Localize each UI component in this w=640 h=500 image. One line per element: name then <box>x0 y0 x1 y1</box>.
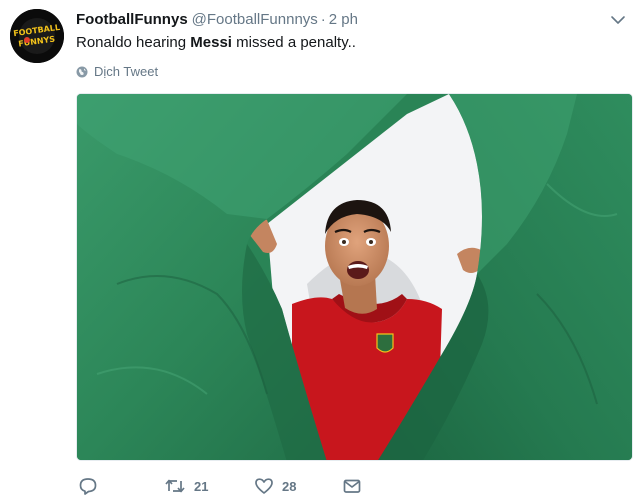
translate-label: Dịch Tweet <box>94 64 159 79</box>
chevron-down-icon[interactable] <box>610 12 626 28</box>
globe-icon <box>76 66 88 78</box>
direct-message-button[interactable] <box>342 476 370 496</box>
reply-icon <box>79 478 97 495</box>
display-name[interactable]: FootballFunnys <box>76 11 188 28</box>
tweet-text: Ronaldo hearing Messi missed a penalty.. <box>76 33 356 53</box>
tweet-text-start: Ronaldo hearing <box>76 34 191 51</box>
tweet-text-mention: Messi <box>190 34 232 51</box>
tweet-header: FootballFunnys @FootballFunnnys · 2 ph <box>76 10 358 30</box>
tweet-media-photo[interactable] <box>76 93 633 461</box>
football-funnys-logo-icon: FOOTBALL FUNNYS <box>10 9 64 63</box>
timestamp[interactable]: 2 ph <box>329 11 358 28</box>
retweet-icon <box>165 479 185 493</box>
heart-icon <box>255 478 273 494</box>
ronaldo-photo <box>77 94 632 460</box>
tweet: FOOTBALL FUNNYS FootballFunnys @FootballF… <box>0 0 640 500</box>
retweet-button[interactable]: 21 <box>164 476 208 496</box>
translate-tweet-link[interactable]: Dịch Tweet <box>76 64 158 80</box>
avatar[interactable]: FOOTBALL FUNNYS <box>10 9 64 63</box>
user-handle[interactable]: @FootballFunnnys <box>192 11 318 28</box>
separator-dot: · <box>320 11 326 28</box>
tweet-actions: 21 28 <box>76 476 376 498</box>
like-count: 28 <box>282 478 297 494</box>
tweet-text-end: missed a penalty.. <box>231 34 356 51</box>
reply-button[interactable] <box>78 476 106 496</box>
retweet-count: 21 <box>194 478 209 494</box>
envelope-icon <box>343 479 361 493</box>
like-button[interactable]: 28 <box>254 476 296 496</box>
